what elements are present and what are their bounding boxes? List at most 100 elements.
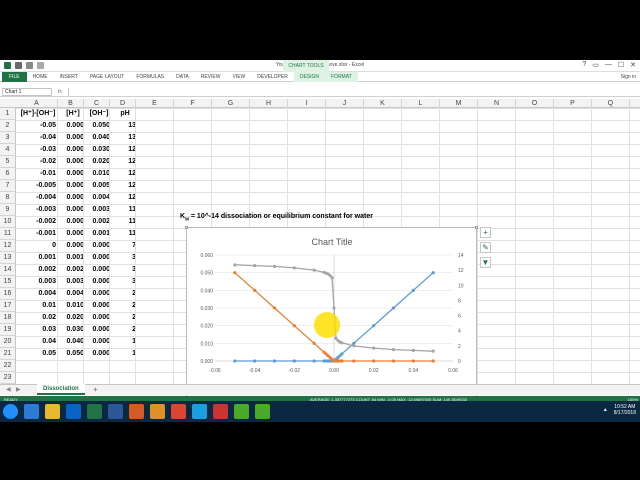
chart-elements-button[interactable]: + [480, 227, 491, 238]
table-cell[interactable]: -0.03 [16, 144, 56, 156]
table-cell[interactable]: 11 [112, 204, 136, 216]
row-header[interactable]: 13 [0, 252, 16, 264]
table-cell[interactable]: 0.000 [60, 204, 84, 216]
table-cell[interactable]: -0.005 [16, 180, 56, 192]
close-button[interactable]: ✕ [630, 61, 636, 69]
network-icon[interactable]: ▲ [603, 407, 608, 413]
skype-icon[interactable] [192, 404, 207, 419]
table-cell[interactable]: 0.000 [86, 276, 110, 288]
row-header[interactable]: 11 [0, 228, 16, 240]
outlook-icon[interactable] [66, 404, 81, 419]
table-cell[interactable]: 0.030 [60, 324, 84, 336]
row-header[interactable]: 6 [0, 168, 16, 180]
table-cell[interactable]: 0 [16, 240, 56, 252]
table-cell[interactable]: 3 [112, 252, 136, 264]
table-cell[interactable]: 0.000 [60, 120, 84, 132]
header-h-minus-oh[interactable]: [H⁺]-[OH⁻] [18, 108, 58, 120]
column-header[interactable]: K [364, 99, 402, 108]
table-cell[interactable]: 0.000 [60, 132, 84, 144]
row-header[interactable]: 21 [0, 348, 16, 360]
row-header[interactable]: 9 [0, 204, 16, 216]
formula-input[interactable] [67, 87, 636, 96]
table-cell[interactable]: 0.050 [86, 120, 110, 132]
table-cell[interactable]: 0.000 [60, 192, 84, 204]
table-cell[interactable]: 0.000 [86, 348, 110, 360]
column-header[interactable]: E [136, 99, 174, 108]
table-cell[interactable]: 1 [112, 348, 136, 360]
chart-styles-button[interactable]: ✎ [480, 242, 491, 253]
tab-format[interactable]: FORMAT [325, 71, 358, 82]
table-cell[interactable]: 0.010 [60, 300, 84, 312]
table-cell[interactable]: 0.000 [86, 312, 110, 324]
table-cell[interactable]: -0.01 [16, 168, 56, 180]
sheet-tab-dissociation[interactable]: Dissociation [37, 384, 85, 395]
table-cell[interactable]: 0.01 [16, 300, 56, 312]
tab-review[interactable]: REVIEW [195, 72, 227, 82]
snip-icon[interactable] [213, 404, 228, 419]
word-icon[interactable] [108, 404, 123, 419]
insert-function-icon[interactable]: fx [52, 89, 68, 95]
table-cell[interactable]: -0.001 [16, 228, 56, 240]
table-cell[interactable]: 12 [112, 156, 136, 168]
table-cell[interactable]: 0.004 [60, 288, 84, 300]
excel-icon[interactable] [87, 404, 102, 419]
paint-icon[interactable] [129, 404, 144, 419]
start-icon[interactable] [3, 404, 18, 419]
camtasia-recorder-icon[interactable] [255, 404, 270, 419]
table-cell[interactable]: 0.000 [60, 240, 84, 252]
help-button[interactable]: ? [582, 61, 586, 69]
row-header[interactable]: 8 [0, 192, 16, 204]
media-icon[interactable] [150, 404, 165, 419]
column-header[interactable]: I [288, 99, 326, 108]
table-cell[interactable]: 0.000 [86, 240, 110, 252]
table-cell[interactable]: 0.001 [86, 228, 110, 240]
sheet-nav-right-icon[interactable]: ▶ [16, 386, 21, 393]
table-cell[interactable]: 0.03 [16, 324, 56, 336]
table-cell[interactable]: 3 [112, 276, 136, 288]
row-header[interactable]: 14 [0, 264, 16, 276]
table-cell[interactable]: 0.050 [60, 348, 84, 360]
row-header[interactable]: 18 [0, 312, 16, 324]
column-header[interactable]: N [478, 99, 516, 108]
row-header[interactable]: 12 [0, 240, 16, 252]
chrome-icon[interactable] [171, 404, 186, 419]
row-header[interactable]: 20 [0, 336, 16, 348]
table-cell[interactable]: -0.002 [16, 216, 56, 228]
tab-formulas[interactable]: FORMULAS [130, 72, 170, 82]
table-cell[interactable]: 0.030 [86, 144, 110, 156]
table-cell[interactable]: 0.001 [16, 252, 56, 264]
table-cell[interactable]: 0.000 [86, 288, 110, 300]
ribbon-display-button[interactable]: ▭ [592, 61, 599, 69]
column-header[interactable]: O [516, 99, 554, 108]
column-header[interactable]: D [110, 99, 136, 108]
table-cell[interactable]: 2 [112, 288, 136, 300]
column-header[interactable]: J [326, 99, 364, 108]
table-cell[interactable]: 12 [112, 192, 136, 204]
chart-filters-button[interactable]: ▼ [480, 257, 491, 268]
column-header[interactable]: P [554, 99, 592, 108]
table-cell[interactable]: 0.04 [16, 336, 56, 348]
row-header[interactable]: 3 [0, 132, 16, 144]
table-cell[interactable]: 2 [112, 312, 136, 324]
table-cell[interactable]: 0.004 [86, 192, 110, 204]
name-box[interactable]: Chart 1 [2, 87, 52, 96]
table-cell[interactable]: 0.000 [60, 144, 84, 156]
table-cell[interactable]: 0.003 [60, 276, 84, 288]
row-header[interactable]: 22 [0, 360, 16, 372]
table-cell[interactable]: 12 [112, 180, 136, 192]
column-header[interactable]: G [212, 99, 250, 108]
row-header[interactable]: 2 [0, 120, 16, 132]
tab-insert[interactable]: INSERT [54, 72, 84, 82]
row-header[interactable]: 10 [0, 216, 16, 228]
table-cell[interactable]: 0.000 [60, 216, 84, 228]
table-cell[interactable]: 0.020 [60, 312, 84, 324]
column-header[interactable]: L [402, 99, 440, 108]
row-header[interactable]: 16 [0, 288, 16, 300]
column-header[interactable]: F [174, 99, 212, 108]
row-header[interactable]: 15 [0, 276, 16, 288]
table-cell[interactable]: 0.000 [60, 168, 84, 180]
table-cell[interactable]: 0.000 [60, 156, 84, 168]
resize-handle-tr[interactable] [475, 226, 478, 229]
table-cell[interactable]: 0.000 [86, 336, 110, 348]
maximize-button[interactable]: ☐ [618, 61, 624, 69]
